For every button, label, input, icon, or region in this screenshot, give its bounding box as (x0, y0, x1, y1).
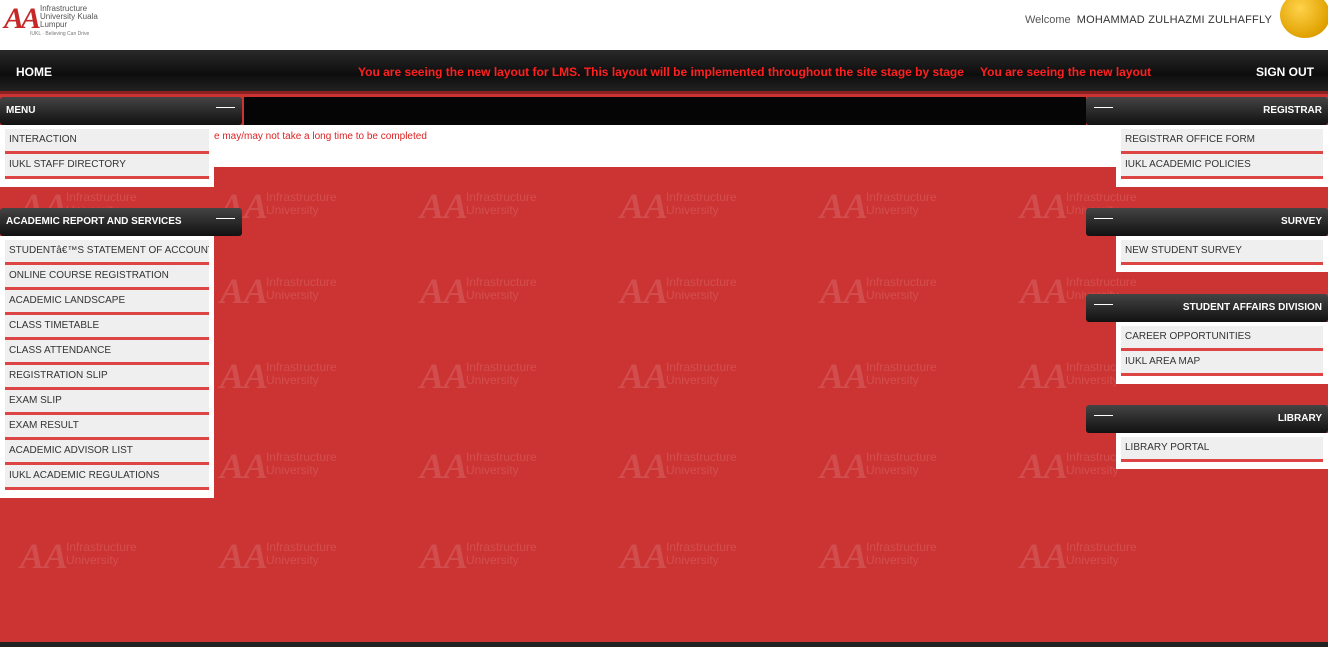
menu-item-registrar-form[interactable]: REGISTRAR OFFICE FORM (1121, 129, 1323, 154)
menu-title: ACADEMIC REPORT AND SERVICES (6, 216, 182, 227)
menu-header-student-affairs[interactable]: —— STUDENT AFFAIRS DIVISION (1086, 294, 1328, 322)
watermark-logo-tile: AAInfrastructureUniversity (820, 186, 937, 226)
watermark-logo-tile: AAInfrastructureUniversity (620, 186, 737, 226)
menu-header-main[interactable]: MENU —— (0, 97, 242, 125)
announcement-marquee-repeat: You are seeing the new layout (980, 65, 1152, 79)
menu-list-library: LIBRARY PORTAL (1116, 433, 1328, 469)
menu-item-registration-slip[interactable]: REGISTRATION SLIP (5, 365, 209, 390)
watermark-logo-tile: AAInfrastructureUniversity (220, 186, 337, 226)
logo-name: Infrastructure University Kuala Lumpur (40, 4, 98, 29)
welcome-text: Welcome MOHAMMAD ZULHAZMI ZULHAFFLY (1025, 14, 1272, 26)
menu-list-academic: STUDENTâ€™S STATEMENT OF ACCOUNT ONLINE … (0, 236, 214, 498)
menu-item-exam-result[interactable]: EXAM RESULT (5, 415, 209, 440)
menu-item-statement-of-account[interactable]: STUDENTâ€™S STATEMENT OF ACCOUNT (5, 240, 209, 265)
content-title-bar (244, 97, 1086, 125)
menu-item-advisor-list[interactable]: ACADEMIC ADVISOR LIST (5, 440, 209, 465)
watermark-logo-tile: AAInfrastructureUniversity (820, 356, 937, 396)
menu-item-area-map[interactable]: IUKL AREA MAP (1121, 351, 1323, 376)
watermark-logo-tile: AAInfrastructureUniversity (420, 536, 537, 576)
collapse-icon[interactable]: —— (1094, 299, 1113, 310)
notice-text: e may/may not take a long time to be com… (214, 131, 427, 142)
home-link[interactable]: HOME (16, 65, 52, 79)
menu-title: MENU (6, 105, 36, 116)
announcement-marquee: You are seeing the new layout for LMS. T… (358, 65, 964, 79)
watermark-logo-tile: AAInfrastructureUniversity (220, 271, 337, 311)
watermark-logo-tile: AAInfrastructureUniversity (620, 536, 737, 576)
menu-header-library[interactable]: —— LIBRARY (1086, 405, 1328, 433)
page-header: AA Infrastructure University Kuala Lumpu… (0, 0, 1328, 50)
sign-out-link[interactable]: SIGN OUT (1256, 65, 1314, 79)
watermark-logo-tile: AAInfrastructureUniversity (220, 356, 337, 396)
user-name: MOHAMMAD ZULHAZMI ZULHAFFLY (1076, 14, 1272, 26)
menu-item-exam-slip[interactable]: EXAM SLIP (5, 390, 209, 415)
watermark-logo-tile: AAInfrastructureUniversity (220, 536, 337, 576)
logo-tagline: IUKL · Believing Can Drive (30, 31, 90, 37)
watermark-logo-tile: AAInfrastructureUniversity (420, 186, 537, 226)
watermark-logo-tile: AAInfrastructureUniversity (1020, 536, 1137, 576)
university-logo[interactable]: AA Infrastructure University Kuala Lumpu… (4, 2, 104, 40)
collapse-icon[interactable]: —— (216, 213, 235, 224)
user-avatar[interactable] (1280, 0, 1328, 38)
menu-item-academic-policies[interactable]: IUKL ACADEMIC POLICIES (1121, 154, 1323, 179)
menu-item-interaction[interactable]: INTERACTION (5, 129, 209, 154)
menu-item-career-opportunities[interactable]: CAREER OPPORTUNITIES (1121, 326, 1323, 351)
menu-item-staff-directory[interactable]: IUKL STAFF DIRECTORY (5, 154, 209, 179)
footer-bar (0, 642, 1328, 647)
watermark-logo-tile: AAInfrastructureUniversity (820, 536, 937, 576)
menu-header-survey[interactable]: —— SURVEY (1086, 208, 1328, 236)
watermark-logo-tile: AAInfrastructureUniversity (20, 536, 137, 576)
menu-item-new-student-survey[interactable]: NEW STUDENT SURVEY (1121, 240, 1323, 265)
menu-header-academic[interactable]: ACADEMIC REPORT AND SERVICES —— (0, 208, 242, 236)
menu-item-course-registration[interactable]: ONLINE COURSE REGISTRATION (5, 265, 209, 290)
watermark-logo-tile: AAInfrastructureUniversity (220, 446, 337, 486)
menu-title: LIBRARY (1277, 413, 1322, 424)
collapse-icon[interactable]: —— (1094, 410, 1113, 421)
welcome-label: Welcome (1024, 14, 1071, 26)
menu-header-registrar[interactable]: —— REGISTRAR (1086, 97, 1328, 125)
watermark-logo-tile: AAInfrastructureUniversity (420, 271, 537, 311)
menu-list-main: INTERACTION IUKL STAFF DIRECTORY (0, 125, 214, 187)
menu-title: REGISTRAR (1263, 105, 1322, 116)
watermark-logo-tile: AAInfrastructureUniversity (420, 356, 537, 396)
collapse-icon[interactable]: —— (1094, 102, 1113, 113)
watermark-logo-tile: AAInfrastructureUniversity (420, 446, 537, 486)
watermark-logo-tile: AAInfrastructureUniversity (820, 271, 937, 311)
menu-item-academic-landscape[interactable]: ACADEMIC LANDSCAPE (5, 290, 209, 315)
watermark-logo-tile: AAInfrastructureUniversity (620, 446, 737, 486)
watermark-logo-tile: AAInfrastructureUniversity (620, 271, 737, 311)
collapse-icon[interactable]: —— (1094, 213, 1113, 224)
menu-list-student-affairs: CAREER OPPORTUNITIES IUKL AREA MAP (1116, 322, 1328, 384)
menu-list-registrar: REGISTRAR OFFICE FORM IUKL ACADEMIC POLI… (1116, 125, 1328, 187)
menu-title: SURVEY (1281, 216, 1322, 227)
menu-item-class-timetable[interactable]: CLASS TIMETABLE (5, 315, 209, 340)
menu-item-class-attendance[interactable]: CLASS ATTENDANCE (5, 340, 209, 365)
menu-list-survey: NEW STUDENT SURVEY (1116, 236, 1328, 272)
top-navbar: HOME You are seeing the new layout for L… (0, 50, 1328, 94)
menu-item-academic-regulations[interactable]: IUKL ACADEMIC REGULATIONS (5, 465, 209, 490)
collapse-icon[interactable]: —— (216, 102, 235, 113)
menu-item-library-portal[interactable]: LIBRARY PORTAL (1121, 437, 1323, 462)
watermark-logo-tile: AAInfrastructureUniversity (820, 446, 937, 486)
menu-title: STUDENT AFFAIRS DIVISION (1182, 302, 1322, 313)
watermark-logo-tile: AAInfrastructureUniversity (620, 356, 737, 396)
notice-panel: e may/may not take a long time to be com… (214, 125, 1116, 167)
